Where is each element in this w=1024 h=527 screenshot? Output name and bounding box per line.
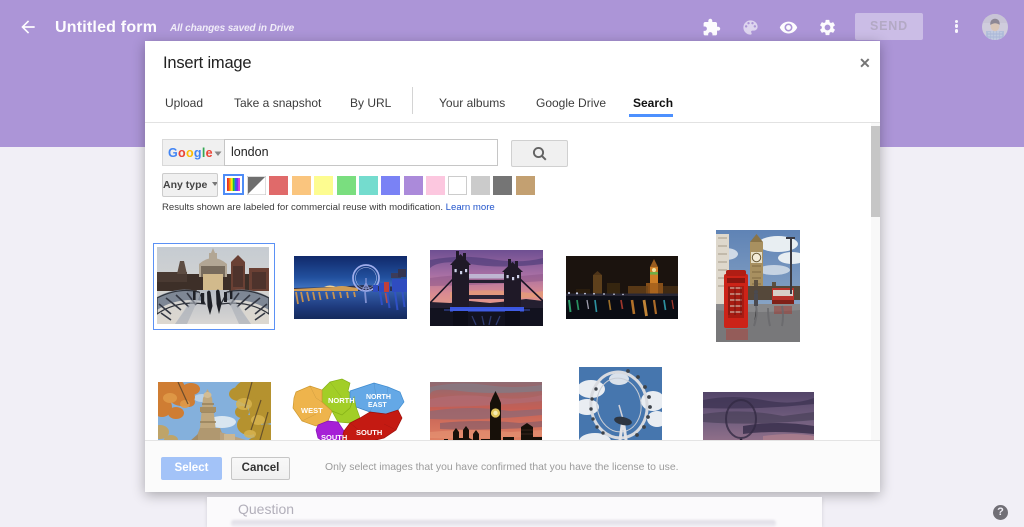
svg-text:NORTH: NORTH [328, 396, 355, 405]
svg-text:NORTH: NORTH [366, 394, 391, 401]
svg-text:Google: Google [168, 146, 213, 160]
svg-text:EAST: EAST [368, 402, 387, 409]
svg-text:SOUTH: SOUTH [356, 428, 382, 437]
svg-text:WEST: WEST [301, 406, 323, 415]
